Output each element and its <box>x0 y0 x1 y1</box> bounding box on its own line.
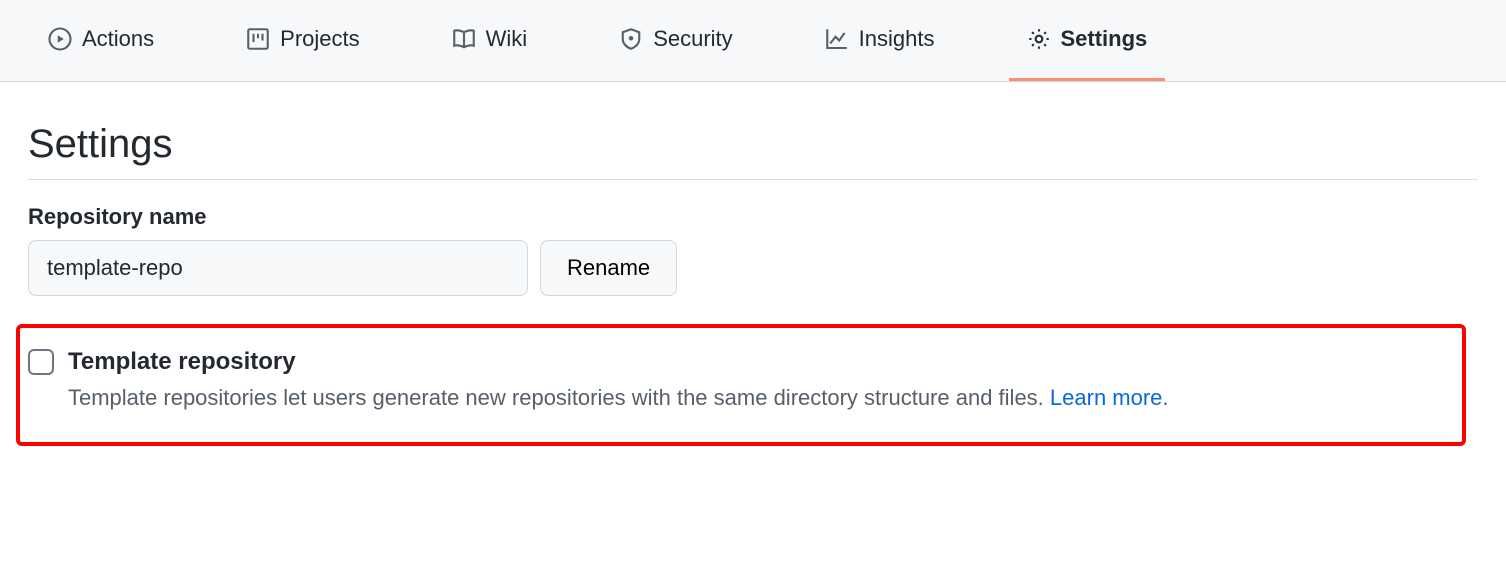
tab-wiki[interactable]: Wiki <box>434 0 546 81</box>
template-repo-section: Template repository Template repositorie… <box>16 324 1466 446</box>
tab-label: Actions <box>82 26 154 52</box>
graph-icon <box>825 27 849 51</box>
tab-actions[interactable]: Actions <box>30 0 172 81</box>
template-repo-text: Template repository Template repositorie… <box>68 346 1169 414</box>
tab-label: Insights <box>859 26 935 52</box>
template-repo-desc-text: Template repositories let users generate… <box>68 385 1050 410</box>
shield-icon <box>619 27 643 51</box>
tab-insights[interactable]: Insights <box>807 0 953 81</box>
repo-tabnav: Actions Projects Wiki Security Insights … <box>0 0 1506 82</box>
learn-more-link[interactable]: Learn more. <box>1050 385 1169 410</box>
tab-security[interactable]: Security <box>601 0 750 81</box>
template-repo-label: Template repository <box>68 346 1169 377</box>
tab-settings[interactable]: Settings <box>1009 0 1166 81</box>
settings-main: Settings Repository name Rename Template… <box>0 82 1506 506</box>
tab-label: Security <box>653 26 732 52</box>
gear-icon <box>1027 27 1051 51</box>
template-repo-description: Template repositories let users generate… <box>68 381 1169 414</box>
tab-label: Projects <box>280 26 359 52</box>
tab-label: Settings <box>1061 26 1148 52</box>
project-icon <box>246 27 270 51</box>
play-icon <box>48 27 72 51</box>
repo-name-input[interactable] <box>28 240 528 296</box>
tab-projects[interactable]: Projects <box>228 0 377 81</box>
rename-button[interactable]: Rename <box>540 240 677 296</box>
book-icon <box>452 27 476 51</box>
repo-name-label: Repository name <box>28 204 1478 230</box>
template-repo-row: Template repository Template repositorie… <box>28 346 1454 414</box>
page-title: Settings <box>28 122 1478 180</box>
tab-label: Wiki <box>486 26 528 52</box>
repo-name-row: Rename <box>28 240 1478 296</box>
template-repo-checkbox[interactable] <box>28 349 54 375</box>
